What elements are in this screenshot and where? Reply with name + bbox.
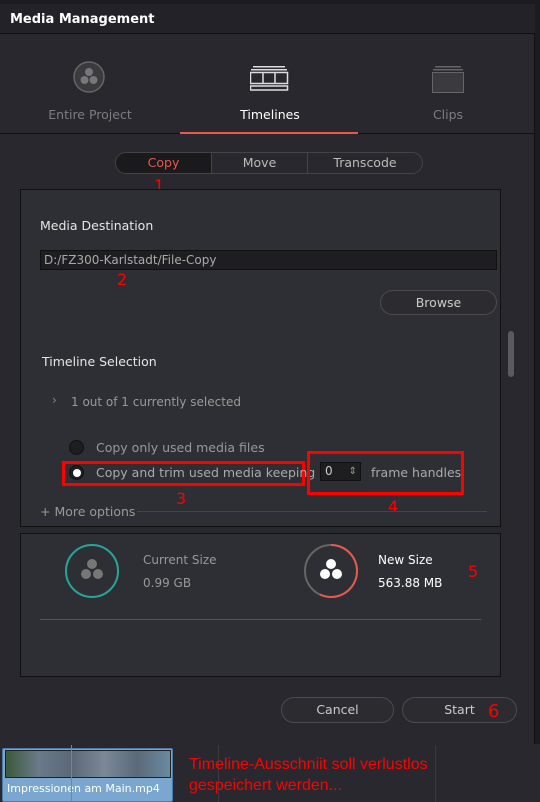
- new-size-value: 563.88 MB: [378, 576, 443, 590]
- more-options-toggle[interactable]: + More options: [40, 504, 135, 519]
- mode-selector: Copy Move Transcode: [115, 152, 423, 174]
- handles-value: 0: [325, 464, 333, 478]
- current-size-label: Current Size: [143, 553, 217, 567]
- note-line: Timeline-Ausschniit soll verlustlos: [189, 756, 428, 773]
- annotation-note: Timeline-Ausschniit soll verlustlos gesp…: [189, 754, 428, 796]
- mode-copy[interactable]: Copy: [116, 153, 211, 173]
- tab-label: Clips: [432, 107, 464, 122]
- media-destination-label: Media Destination: [40, 218, 154, 233]
- clip-name: Impressionen am Main.mp4: [7, 782, 160, 795]
- timeline-clip[interactable]: Impressionen am Main.mp4: [2, 748, 173, 802]
- track-gridline: [435, 745, 436, 802]
- selection-summary[interactable]: 1 out of 1 currently selected: [71, 395, 241, 409]
- frame-handles-stepper[interactable]: 0 ⇕: [320, 462, 361, 481]
- annotation-3: 3: [176, 489, 187, 508]
- timeline-selection-label: Timeline Selection: [42, 354, 157, 369]
- radio-copy-only[interactable]: [69, 440, 84, 455]
- playhead[interactable]: [71, 745, 72, 802]
- media-destination-input[interactable]: D:/FZ300-Karlstadt/File-Copy: [40, 250, 497, 270]
- mode-transcode[interactable]: Transcode: [307, 153, 422, 173]
- current-size-value: 0.99 GB: [143, 576, 192, 590]
- note-line: gespeichert werden...: [189, 777, 342, 794]
- start-label: Start: [444, 702, 475, 717]
- stepper-arrows-icon[interactable]: ⇕: [349, 463, 357, 480]
- new-size-label: New Size: [378, 553, 433, 567]
- timeline-icon: [250, 66, 289, 91]
- tab-label: Timelines: [240, 107, 300, 122]
- divider: [137, 511, 487, 512]
- copy-trim-label: Copy and trim used media keeping: [96, 465, 316, 480]
- cancel-button[interactable]: Cancel: [281, 697, 394, 723]
- current-size-ring-icon: [65, 544, 119, 598]
- scrollbar[interactable]: [508, 331, 514, 377]
- clip-thumbnail-strip: [5, 750, 171, 778]
- new-size-ring-icon: [304, 544, 358, 598]
- radio-copy-trim[interactable]: [69, 465, 84, 480]
- tab-label: Entire Project: [48, 107, 132, 122]
- window-title: Media Management: [10, 12, 155, 27]
- mode-move[interactable]: Move: [211, 153, 307, 173]
- resolve-logo-icon: [73, 61, 105, 93]
- start-button[interactable]: Start: [402, 697, 517, 723]
- active-tab-indicator: [180, 132, 358, 134]
- annotation-6: 6: [488, 701, 500, 722]
- annotation-2: 2: [117, 270, 128, 289]
- chevron-right-icon[interactable]: ›: [52, 393, 57, 407]
- browse-button[interactable]: Browse: [380, 290, 497, 315]
- annotation-5: 5: [468, 562, 479, 581]
- copy-only-label: Copy only used media files: [96, 440, 265, 455]
- divider: [40, 619, 481, 620]
- frame-handles-label: frame handles: [371, 465, 462, 480]
- annotation-4: 4: [388, 497, 399, 516]
- clip-icon: [432, 66, 464, 93]
